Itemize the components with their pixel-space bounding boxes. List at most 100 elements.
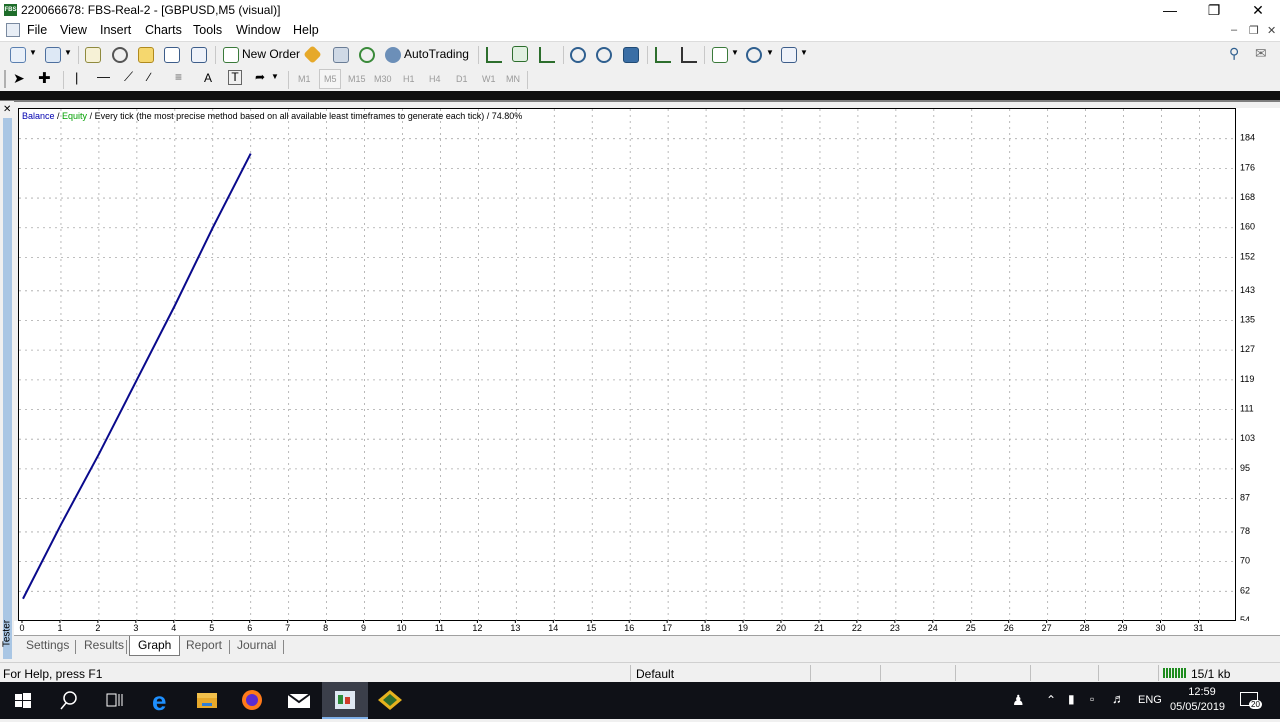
menu-tools[interactable]: Tools (193, 23, 222, 37)
navigator-icon[interactable] (138, 47, 154, 63)
profiles-icon[interactable] (45, 47, 61, 63)
y-tick-label: 184 (1240, 133, 1255, 143)
indicators-dropdown-icon[interactable]: ▼ (731, 48, 739, 57)
timeframe-w1[interactable]: W1 (482, 74, 496, 84)
bar-chart-icon[interactable] (486, 47, 502, 63)
timeframe-m15[interactable]: M15 (348, 74, 366, 84)
cursor-icon[interactable]: ➤ (13, 70, 25, 87)
zoom-in-icon[interactable] (570, 47, 586, 63)
chart-shift-icon[interactable] (681, 47, 697, 63)
chart-window-icon[interactable] (6, 23, 20, 37)
metaeditor-icon[interactable] (303, 45, 322, 64)
people-icon[interactable]: ♟ (1012, 692, 1025, 709)
tab-results[interactable]: Results (84, 638, 124, 652)
chat-icon[interactable]: ✉ (1255, 45, 1267, 62)
mdi-close-icon[interactable]: ✕ (1267, 24, 1276, 37)
y-tick-label: 160 (1240, 222, 1255, 232)
firefox-icon[interactable] (230, 682, 276, 719)
file-explorer-icon[interactable] (184, 682, 230, 719)
status-separator (1030, 665, 1031, 681)
timeframe-h4[interactable]: H4 (429, 74, 441, 84)
profiles-dropdown-icon[interactable]: ▼ (64, 48, 72, 57)
language-indicator[interactable]: ENG (1138, 694, 1162, 706)
line-chart-icon[interactable] (539, 47, 555, 63)
tile-windows-icon[interactable] (623, 47, 639, 63)
metaeditor-task-icon[interactable] (368, 682, 414, 719)
strategy-tester-icon[interactable] (191, 47, 207, 63)
tester-panel-strip[interactable] (3, 118, 12, 659)
new-order-icon[interactable] (223, 47, 239, 63)
community-icon[interactable] (333, 47, 349, 63)
arrows-dropdown-icon[interactable]: ▼ (271, 72, 279, 81)
clock-date[interactable]: 05/05/2019 (1170, 701, 1225, 713)
minimize-button[interactable]: — (1148, 0, 1192, 20)
toolbar-separator (478, 46, 479, 64)
templates-dropdown-icon[interactable]: ▼ (800, 48, 808, 57)
terminal-icon[interactable] (164, 47, 180, 63)
periods-icon[interactable] (746, 47, 762, 63)
task-view-icon[interactable] (92, 682, 138, 719)
search-icon[interactable]: ⚲ (1229, 45, 1239, 62)
battery-icon[interactable]: ▮ (1068, 692, 1075, 706)
tab-graph[interactable]: Graph (129, 636, 181, 656)
timeframe-d1[interactable]: D1 (456, 74, 468, 84)
close-tester-icon[interactable]: ✕ (3, 104, 11, 115)
x-tick-label: 13 (510, 623, 520, 633)
menu-insert[interactable]: Insert (100, 23, 131, 37)
text-icon[interactable]: A (204, 71, 212, 85)
timeframe-m5[interactable]: M5 (324, 74, 337, 84)
indicators-icon[interactable] (712, 47, 728, 63)
x-tick-label: 28 (1080, 623, 1090, 633)
timeframe-mn[interactable]: MN (506, 74, 520, 84)
auto-scroll-icon[interactable] (655, 47, 671, 63)
new-chart-dropdown-icon[interactable]: ▼ (29, 48, 37, 57)
text-label-icon[interactable]: T (228, 70, 242, 85)
search-taskbar-icon[interactable] (46, 682, 92, 719)
menu-charts[interactable]: Charts (145, 23, 182, 37)
signals-icon[interactable] (359, 47, 375, 63)
autotrading-button[interactable]: AutoTrading (404, 47, 469, 61)
metatrader-task-icon[interactable] (322, 682, 368, 719)
edge-browser-icon[interactable]: e (138, 682, 184, 719)
market-watch-icon[interactable] (85, 47, 101, 63)
clock-time[interactable]: 12:59 (1182, 686, 1222, 698)
crosshair-icon[interactable]: ✚ (38, 69, 51, 87)
start-button[interactable] (0, 682, 46, 719)
menu-help[interactable]: Help (293, 23, 319, 37)
show-hidden-icons-icon[interactable]: ⌃ (1046, 693, 1056, 707)
tab-separator (229, 640, 230, 654)
windows-taskbar: e ♟ ⌃ ▮ ▫ ♬ ENG 12:59 05/05/2019 20 (0, 682, 1280, 719)
network-icon[interactable]: ▫ (1090, 692, 1094, 706)
mdi-restore-icon[interactable]: ❐ (1249, 24, 1259, 37)
timeframe-h1[interactable]: H1 (403, 74, 415, 84)
timeframe-m30[interactable]: M30 (374, 74, 392, 84)
zoom-out-icon[interactable] (596, 47, 612, 63)
close-button[interactable]: ✕ (1236, 0, 1280, 20)
mdi-minimize-icon[interactable]: – (1231, 24, 1237, 36)
autotrading-icon[interactable] (385, 47, 401, 63)
new-chart-icon[interactable] (10, 47, 26, 63)
tab-journal[interactable]: Journal (237, 638, 276, 652)
tab-settings[interactable]: Settings (26, 638, 69, 652)
candlesticks-icon[interactable] (512, 46, 528, 62)
menu-window[interactable]: Window (236, 23, 280, 37)
tab-report[interactable]: Report (186, 638, 222, 652)
x-tick-label: 1 (57, 623, 62, 633)
mail-icon[interactable] (276, 682, 322, 719)
fibonacci-retracement-icon[interactable]: ≡ (175, 70, 182, 84)
data-window-icon[interactable] (112, 47, 128, 63)
equidistant-channel-icon[interactable]: ∕ (148, 70, 150, 84)
menu-view[interactable]: View (60, 23, 87, 37)
horizontal-line-icon[interactable]: — (97, 69, 110, 84)
toolbar-separator (78, 46, 79, 64)
templates-icon[interactable] (781, 47, 797, 63)
vertical-line-icon[interactable]: | (75, 70, 78, 85)
volume-icon[interactable]: ♬ (1112, 691, 1125, 706)
trendline-icon[interactable]: ⟋ (124, 69, 133, 85)
menu-file[interactable]: File (27, 23, 47, 37)
arrows-icon[interactable]: ➦ (255, 70, 265, 84)
timeframe-m1[interactable]: M1 (298, 74, 311, 84)
new-order-button[interactable]: New Order (242, 47, 300, 61)
restore-button[interactable]: ❐ (1192, 0, 1236, 20)
periods-dropdown-icon[interactable]: ▼ (766, 48, 774, 57)
